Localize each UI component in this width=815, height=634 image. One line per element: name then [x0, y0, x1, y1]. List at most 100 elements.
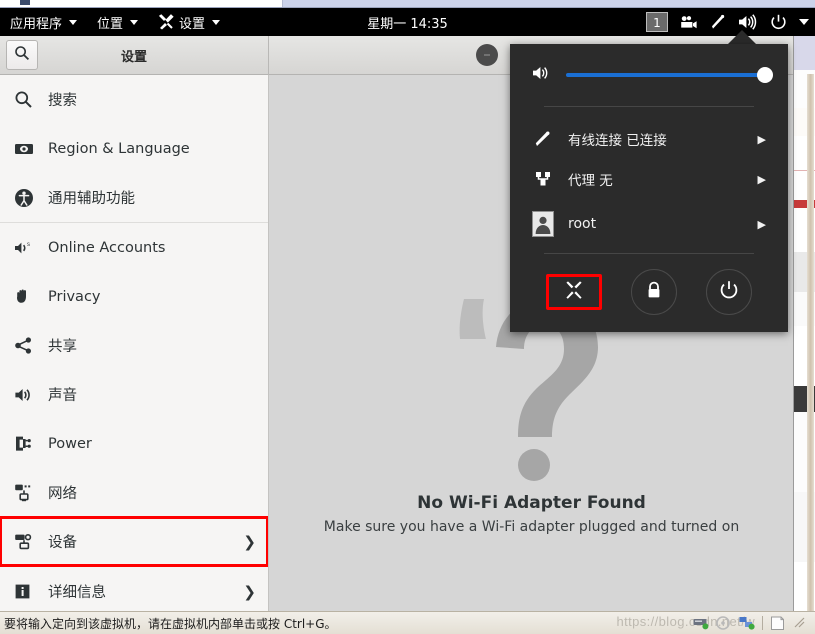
menu-row-label: 有线连接 已连接	[568, 133, 667, 149]
cd-icon[interactable]	[716, 616, 732, 630]
chevron-right-icon: ❯	[243, 582, 256, 601]
no-wifi-title: No Wi-Fi Adapter Found	[417, 493, 646, 513]
vm-tab-icon	[20, 0, 30, 5]
resize-grip[interactable]	[793, 616, 809, 630]
devices-icon	[14, 531, 40, 553]
menu-row-wired-network[interactable]: 有线连接 已连接 ▶	[532, 123, 766, 155]
chevron-down-icon	[69, 19, 78, 25]
chevron-down-icon[interactable]	[799, 19, 809, 25]
chevron-right-icon: ▶	[757, 172, 766, 186]
topbar-menu-places[interactable]: 位置	[87, 8, 148, 36]
online-accounts-icon: s	[14, 237, 40, 259]
menu-row-label: root	[568, 216, 597, 232]
power-icon	[719, 280, 739, 304]
privacy-hand-icon	[14, 286, 40, 308]
menu-row-proxy[interactable]: 代理 无 ▶	[532, 163, 766, 195]
sound-icon	[14, 384, 40, 406]
vm-window-top-strip	[0, 0, 815, 8]
sidebar-item-label: 共享	[48, 339, 77, 355]
settings-action-button[interactable]	[546, 274, 603, 310]
sharing-icon	[14, 335, 40, 357]
search-button[interactable]	[6, 40, 38, 70]
network-icon	[14, 482, 40, 504]
sidebar-item-details[interactable]: 详细信息 ❯	[0, 567, 268, 611]
chevron-right-icon: ▶	[757, 217, 766, 231]
sidebar-item-search[interactable]: 搜索	[0, 75, 268, 124]
printer-icon[interactable]	[770, 616, 786, 630]
lock-icon	[645, 281, 663, 304]
sidebar-item-devices[interactable]: 设备 ❯	[0, 516, 268, 567]
wired-network-icon	[532, 130, 554, 148]
workspace-indicator[interactable]: 1	[646, 12, 668, 32]
avatar	[532, 211, 554, 237]
sidebar-item-power[interactable]: Power	[0, 419, 268, 468]
info-icon	[14, 581, 40, 603]
gnome-top-bar: 应用程序 位置 设置 星期一 14:35 1	[0, 8, 815, 36]
accessibility-icon	[14, 187, 40, 209]
disk-icon[interactable]	[693, 616, 709, 630]
vm-status-text: 要将输入定向到该虚拟机，请在虚拟机内部单击或按 Ctrl+G。	[4, 616, 337, 631]
sidebar-item-network[interactable]: 网络	[0, 468, 268, 517]
sidebar-item-label: 网络	[48, 486, 77, 502]
sidebar-item-label: 详细信息	[48, 585, 106, 601]
search-icon	[14, 45, 30, 65]
power-plug-icon	[14, 433, 40, 455]
menu-row-label: 代理 无	[568, 173, 613, 189]
vm-tab[interactable]	[0, 0, 283, 7]
sidebar-item-privacy[interactable]: Privacy	[0, 272, 268, 321]
vm-status-bar: 要将输入定向到该虚拟机，请在虚拟机内部单击或按 Ctrl+G。 https://…	[0, 611, 815, 634]
sidebar-item-label: 设备	[48, 535, 77, 551]
menu-row-user[interactable]: root ▶	[532, 205, 766, 243]
sidebar-item-label: Region & Language	[48, 140, 190, 157]
vm-status-tray	[693, 616, 809, 630]
chevron-right-icon: ▶	[757, 132, 766, 146]
volume-icon[interactable]	[738, 14, 758, 30]
volume-icon	[532, 65, 552, 85]
background-window[interactable]	[793, 36, 815, 611]
region-language-icon	[14, 138, 40, 160]
camera-icon[interactable]	[680, 14, 698, 30]
network-adapter-icon[interactable]	[739, 616, 755, 630]
proxy-icon	[532, 170, 554, 188]
search-icon	[14, 89, 40, 111]
sidebar-item-label: 声音	[48, 388, 77, 404]
volume-slider[interactable]	[566, 67, 773, 83]
volume-slider-knob[interactable]	[757, 67, 773, 83]
sidebar-item-label: Privacy	[48, 288, 101, 305]
power-action-button[interactable]	[705, 269, 752, 315]
sidebar-item-label: Power	[48, 435, 92, 452]
sidebar-item-sharing[interactable]: 共享	[0, 321, 268, 370]
background-window-scrollbar[interactable]	[807, 74, 814, 611]
no-wifi-subtitle: Make sure you have a Wi-Fi adapter plugg…	[323, 519, 740, 535]
lock-action-button[interactable]	[630, 269, 677, 315]
topbar-menu-applications[interactable]: 应用程序	[0, 8, 87, 36]
chevron-down-icon	[212, 19, 221, 25]
topbar-menu-settings[interactable]: 设置	[148, 8, 230, 36]
topbar-menu-settings-label: 设置	[179, 16, 206, 32]
pen-icon[interactable]	[710, 13, 726, 31]
sidebar-item-online-accounts[interactable]: s Online Accounts	[0, 223, 268, 272]
settings-tools-icon	[564, 280, 584, 304]
sidebar-item-region-language[interactable]: Region & Language	[0, 124, 268, 173]
system-menu-arrow	[728, 30, 756, 44]
power-icon[interactable]	[770, 14, 787, 31]
chevron-down-icon	[130, 19, 139, 25]
minimize-button[interactable]	[476, 43, 498, 66]
tray-divider	[762, 616, 763, 630]
sidebar-item-accessibility[interactable]: 通用辅助功能	[0, 173, 268, 222]
topbar-menu-applications-label: 应用程序	[10, 16, 63, 32]
sidebar-item-label: Online Accounts	[48, 239, 166, 256]
sidebar-item-sound[interactable]: 声音	[0, 370, 268, 419]
system-menu-actions	[532, 256, 766, 328]
svg-text:s: s	[27, 242, 30, 248]
settings-tools-icon	[158, 14, 174, 30]
settings-sidebar: 搜索 Region & Language 通用辅助功能 s Online Acc…	[0, 75, 269, 611]
settings-header-left: 设置	[0, 35, 269, 75]
page-title: 设置	[120, 49, 147, 65]
topbar-menu-places-label: 位置	[97, 16, 124, 32]
chevron-right-icon: ❯	[243, 532, 256, 551]
sidebar-item-label: 通用辅助功能	[48, 191, 135, 207]
volume-slider-row[interactable]	[532, 44, 773, 106]
system-menu-divider	[544, 253, 754, 254]
sidebar-item-label: 搜索	[48, 93, 77, 109]
